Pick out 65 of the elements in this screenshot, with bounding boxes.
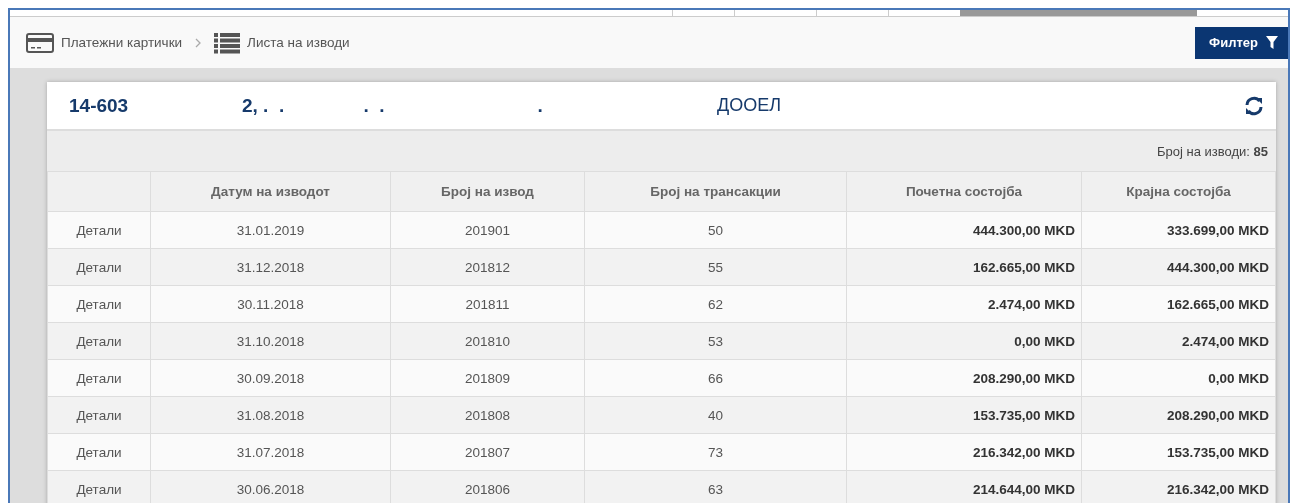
account-name: 2, . . . . . [242, 94, 544, 117]
table-cell: 31.10.2018 [150, 322, 391, 360]
table-cell: 0,00 MKD [846, 322, 1082, 360]
column-header: Број на извод [390, 171, 585, 212]
table-cell: 201807 [390, 433, 585, 471]
details-link[interactable]: Детали [47, 470, 151, 503]
table-cell: 0,00 MKD [1081, 359, 1276, 397]
breadcrumb-link[interactable]: Листа на изводи [247, 35, 350, 50]
details-link[interactable]: Детали [47, 433, 151, 471]
details-link[interactable]: Детали [47, 285, 151, 323]
table-cell: 55 [584, 248, 847, 286]
table-cell: 31.07.2018 [150, 433, 391, 471]
table-cell: 201806 [390, 470, 585, 503]
table-cell: 153.735,00 MKD [846, 396, 1082, 434]
table-cell: 208.290,00 MKD [846, 359, 1082, 397]
details-link[interactable]: Детали [47, 322, 151, 360]
table-cell: 50 [584, 211, 847, 249]
table-cell: 201810 [390, 322, 585, 360]
table-cell: 53 [584, 322, 847, 360]
details-link[interactable]: Детали [47, 396, 151, 434]
table-cell: 30.09.2018 [150, 359, 391, 397]
filter-icon [1266, 36, 1278, 49]
column-header: Датум на изводот [150, 171, 391, 212]
table-cell: 201812 [390, 248, 585, 286]
table-cell: 216.342,00 MKD [1081, 470, 1276, 503]
chevron-icon [195, 37, 202, 48]
statement-count: Број на изводи: 85 [1157, 143, 1268, 159]
table-cell: 31.01.2019 [150, 211, 391, 249]
table-cell: 162.665,00 MKD [1081, 285, 1276, 323]
column-header: Почетна состојба [846, 171, 1082, 212]
table-cell: 31.12.2018 [150, 248, 391, 286]
table-cell: 333.699,00 MKD [1081, 211, 1276, 249]
table-cell: 208.290,00 MKD [1081, 396, 1276, 434]
credit-card-icon [26, 32, 54, 53]
table-cell: 66 [584, 359, 847, 397]
details-link[interactable]: Детали [47, 248, 151, 286]
company-type: ДООЕЛ [717, 95, 782, 116]
table-cell: 153.735,00 MKD [1081, 433, 1276, 471]
table-cell: 40 [584, 396, 847, 434]
refresh-icon[interactable] [1244, 95, 1264, 116]
account-number: 14-603 [69, 94, 130, 117]
details-link[interactable]: Детали [47, 359, 151, 397]
table-cell: 2.474,00 MKD [1081, 322, 1276, 360]
table-cell: 31.08.2018 [150, 396, 391, 434]
table-cell: 201808 [390, 396, 585, 434]
table-cell: 162.665,00 MKD [846, 248, 1082, 286]
table-cell: 62 [584, 285, 847, 323]
table-cell: 216.342,00 MKD [846, 433, 1082, 471]
table-cell: 201809 [390, 359, 585, 397]
table-cell: 30.11.2018 [150, 285, 391, 323]
column-header: Број на трансакции [584, 171, 847, 212]
table-cell: 2.474,00 MKD [846, 285, 1082, 323]
table-cell: 201811 [390, 285, 585, 323]
list-icon [214, 31, 241, 54]
table-cell: 63 [584, 470, 847, 503]
table-cell: 73 [584, 433, 847, 471]
table-cell: 201901 [390, 211, 585, 249]
table-cell: 444.300,00 MKD [846, 211, 1082, 249]
table-cell: 30.06.2018 [150, 470, 391, 503]
breadcrumb-link[interactable]: Платежни картички [61, 35, 183, 50]
table-cell: 444.300,00 MKD [1081, 248, 1276, 286]
column-header: Крајна состојба [1081, 171, 1276, 212]
details-link[interactable]: Детали [47, 211, 151, 249]
filter-button[interactable]: Филтер [1195, 26, 1288, 59]
table-cell: 214.644,00 MKD [846, 470, 1082, 503]
